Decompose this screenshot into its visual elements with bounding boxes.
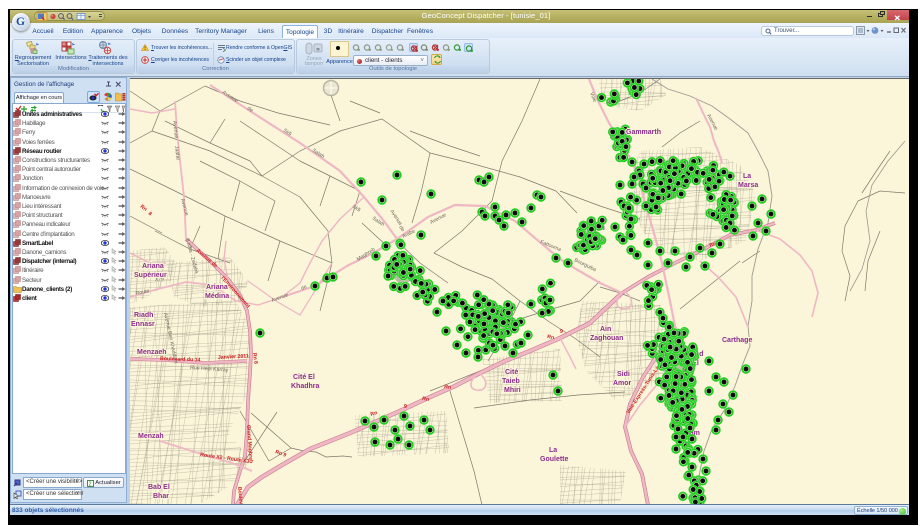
svg-text:Ain: Ain bbox=[600, 326, 611, 333]
svg-text:Amor: Amor bbox=[613, 380, 632, 387]
svg-text:Ennasr: Ennasr bbox=[131, 321, 155, 328]
svg-text:Cité El: Cité El bbox=[293, 374, 315, 381]
svg-text:Marsa: Marsa bbox=[738, 182, 758, 189]
svg-text:Bab El: Bab El bbox=[148, 484, 170, 491]
svg-text:Rn: Rn bbox=[547, 334, 555, 341]
svg-text:Zaghouan: Zaghouan bbox=[590, 335, 623, 342]
svg-text:Bhar: Bhar bbox=[153, 493, 169, 500]
svg-text:La: La bbox=[549, 447, 557, 454]
svg-text:Médina: Médina bbox=[205, 293, 229, 300]
svg-text:Taieb: Taieb bbox=[502, 378, 520, 385]
svg-text:Cité: Cité bbox=[505, 369, 518, 376]
svg-text:9: 9 bbox=[560, 329, 563, 335]
svg-text:Gammarth: Gammarth bbox=[626, 129, 661, 136]
svg-text:9: 9 bbox=[404, 404, 407, 410]
svg-text:La: La bbox=[743, 173, 751, 180]
svg-text:Carthage: Carthage bbox=[722, 337, 752, 344]
svg-text:Mhiri: Mhiri bbox=[504, 387, 521, 394]
svg-text:Khadhra: Khadhra bbox=[291, 383, 320, 390]
svg-text:Ariana: Ariana bbox=[142, 263, 164, 270]
svg-text:Rn: Rn bbox=[422, 396, 430, 403]
svg-text:Goulette: Goulette bbox=[540, 456, 568, 463]
svg-text:Ariana: Ariana bbox=[206, 284, 228, 291]
svg-text:2: 2 bbox=[89, 482, 92, 488]
svg-text:Menzah: Menzah bbox=[138, 433, 164, 440]
svg-text:Riadh: Riadh bbox=[134, 312, 153, 319]
svg-text:Supérieur: Supérieur bbox=[134, 272, 167, 279]
svg-text:Sidi: Sidi bbox=[617, 371, 630, 378]
svg-text:Menzaeh: Menzaeh bbox=[137, 349, 167, 356]
svg-text:Rn: Rn bbox=[444, 384, 452, 391]
